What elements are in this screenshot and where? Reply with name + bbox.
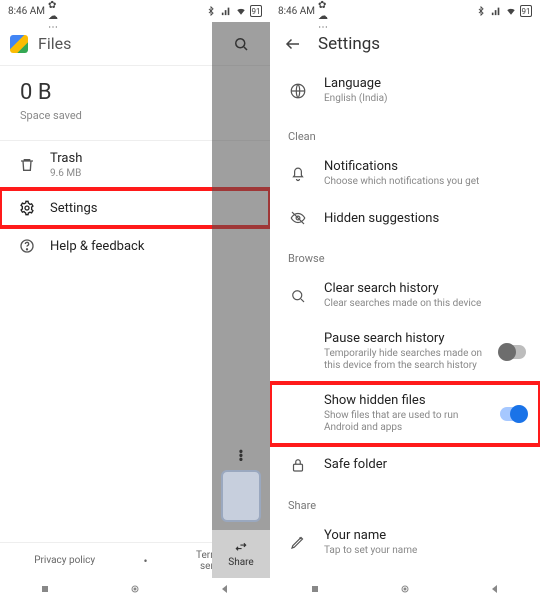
clear-search-title: Clear search history <box>324 281 526 296</box>
language-sub: English (India) <box>324 93 526 106</box>
app-title: Files <box>38 34 71 53</box>
footer-separator: • <box>144 554 148 568</box>
bell-icon <box>288 163 308 183</box>
status-icons-left: ◎ ✿ ☁ ⋯ <box>48 5 60 17</box>
section-browse: Browse <box>270 238 540 271</box>
status-icons-left: ◎ ✿ ☁ ⋯ <box>318 5 330 17</box>
lock-icon <box>288 455 308 475</box>
row-language[interactable]: Language English (India) <box>270 66 540 116</box>
screen-settings: 8:46 AM ◎ ✿ ☁ ⋯ 91 Settings Language Eng… <box>270 0 540 600</box>
search-icon <box>288 286 308 306</box>
safe-folder-title: Safe folder <box>324 457 526 472</box>
language-title: Language <box>324 76 526 91</box>
nav-back-icon[interactable] <box>219 583 231 595</box>
row-clear-search-history[interactable]: Clear search history Clear searches made… <box>270 271 540 321</box>
notifications-sub: Choose which notifications you get <box>324 176 526 189</box>
nav-home-icon[interactable] <box>399 583 411 595</box>
eye-off-icon <box>288 208 308 228</box>
show-hidden-toggle[interactable] <box>500 407 526 421</box>
menu-trash-title: Trash <box>50 151 82 166</box>
blank-icon <box>288 404 308 424</box>
files-app-icon <box>10 35 28 53</box>
screen-files-drawer: 8:46 AM ◎ ✿ ☁ ⋯ 91 Files 0 B Space saved <box>0 0 270 600</box>
status-time: 8:46 AM <box>8 6 45 17</box>
globe-icon <box>288 81 308 101</box>
menu-trash-sub: 9.6 MB <box>50 168 82 179</box>
notifications-title: Notifications <box>324 159 526 174</box>
wifi-icon <box>505 5 517 17</box>
bluetooth-icon <box>205 5 217 17</box>
search-button[interactable] <box>212 22 270 66</box>
show-hidden-title: Show hidden files <box>324 393 484 408</box>
section-clean: Clean <box>270 116 540 149</box>
row-safe-folder[interactable]: Safe folder <box>270 445 540 485</box>
pause-search-sub: Temporarily hide searches made on this d… <box>324 348 484 373</box>
battery-icon: 91 <box>520 5 532 17</box>
android-nav-bar <box>0 578 270 600</box>
trash-icon <box>18 156 36 174</box>
gear-icon <box>18 199 36 217</box>
pause-search-toggle[interactable] <box>500 345 526 359</box>
back-arrow-icon[interactable] <box>284 35 302 53</box>
blank-icon <box>288 342 308 362</box>
row-pause-search-history[interactable]: Pause search history Temporarily hide se… <box>270 321 540 383</box>
row-notifications[interactable]: Notifications Choose which notifications… <box>270 149 540 199</box>
pause-search-title: Pause search history <box>324 331 484 346</box>
menu-settings-title: Settings <box>50 201 97 216</box>
nav-recent-icon[interactable] <box>39 583 51 595</box>
pencil-icon <box>288 532 308 552</box>
bluetooth-icon <box>475 5 487 17</box>
nav-back-icon[interactable] <box>489 583 501 595</box>
row-your-name[interactable]: Your name Tap to set your name <box>270 518 540 568</box>
row-show-hidden-files[interactable]: Show hidden files Show files that are us… <box>270 383 540 445</box>
status-bar: 8:46 AM ◎ ✿ ☁ ⋯ 91 <box>270 0 540 22</box>
clear-search-sub: Clear searches made on this device <box>324 298 526 311</box>
section-share: Share <box>270 485 540 518</box>
status-time: 8:46 AM <box>278 6 315 17</box>
background-dim-overlay: ••• Share <box>212 22 270 578</box>
settings-title: Settings <box>318 34 380 54</box>
card-preview <box>221 470 261 522</box>
privacy-policy-link[interactable]: Privacy policy <box>34 555 95 566</box>
nav-home-icon[interactable] <box>129 583 141 595</box>
settings-app-bar: Settings <box>270 22 540 66</box>
show-hidden-sub: Show files that are used to run Android … <box>324 410 484 435</box>
battery-icon: 91 <box>250 5 262 17</box>
signal-icon <box>220 5 232 17</box>
nav-recent-icon[interactable] <box>309 583 321 595</box>
share-tab-label: Share <box>228 557 253 568</box>
your-name-title: Your name <box>324 528 526 543</box>
settings-list[interactable]: Language English (India) Clean Notificat… <box>270 66 540 578</box>
menu-help-title: Help & feedback <box>50 239 144 254</box>
bottom-tab-share[interactable]: Share <box>212 530 270 578</box>
wifi-icon <box>235 5 247 17</box>
your-name-sub: Tap to set your name <box>324 545 526 558</box>
row-hidden-suggestions[interactable]: Hidden suggestions <box>270 198 540 238</box>
android-nav-bar <box>270 578 540 600</box>
signal-icon <box>490 5 502 17</box>
hidden-suggestions-title: Hidden suggestions <box>324 211 526 226</box>
status-bar: 8:46 AM ◎ ✿ ☁ ⋯ 91 <box>0 0 270 22</box>
help-icon <box>18 237 36 255</box>
overflow-menu-icon[interactable]: ••• <box>238 450 243 462</box>
